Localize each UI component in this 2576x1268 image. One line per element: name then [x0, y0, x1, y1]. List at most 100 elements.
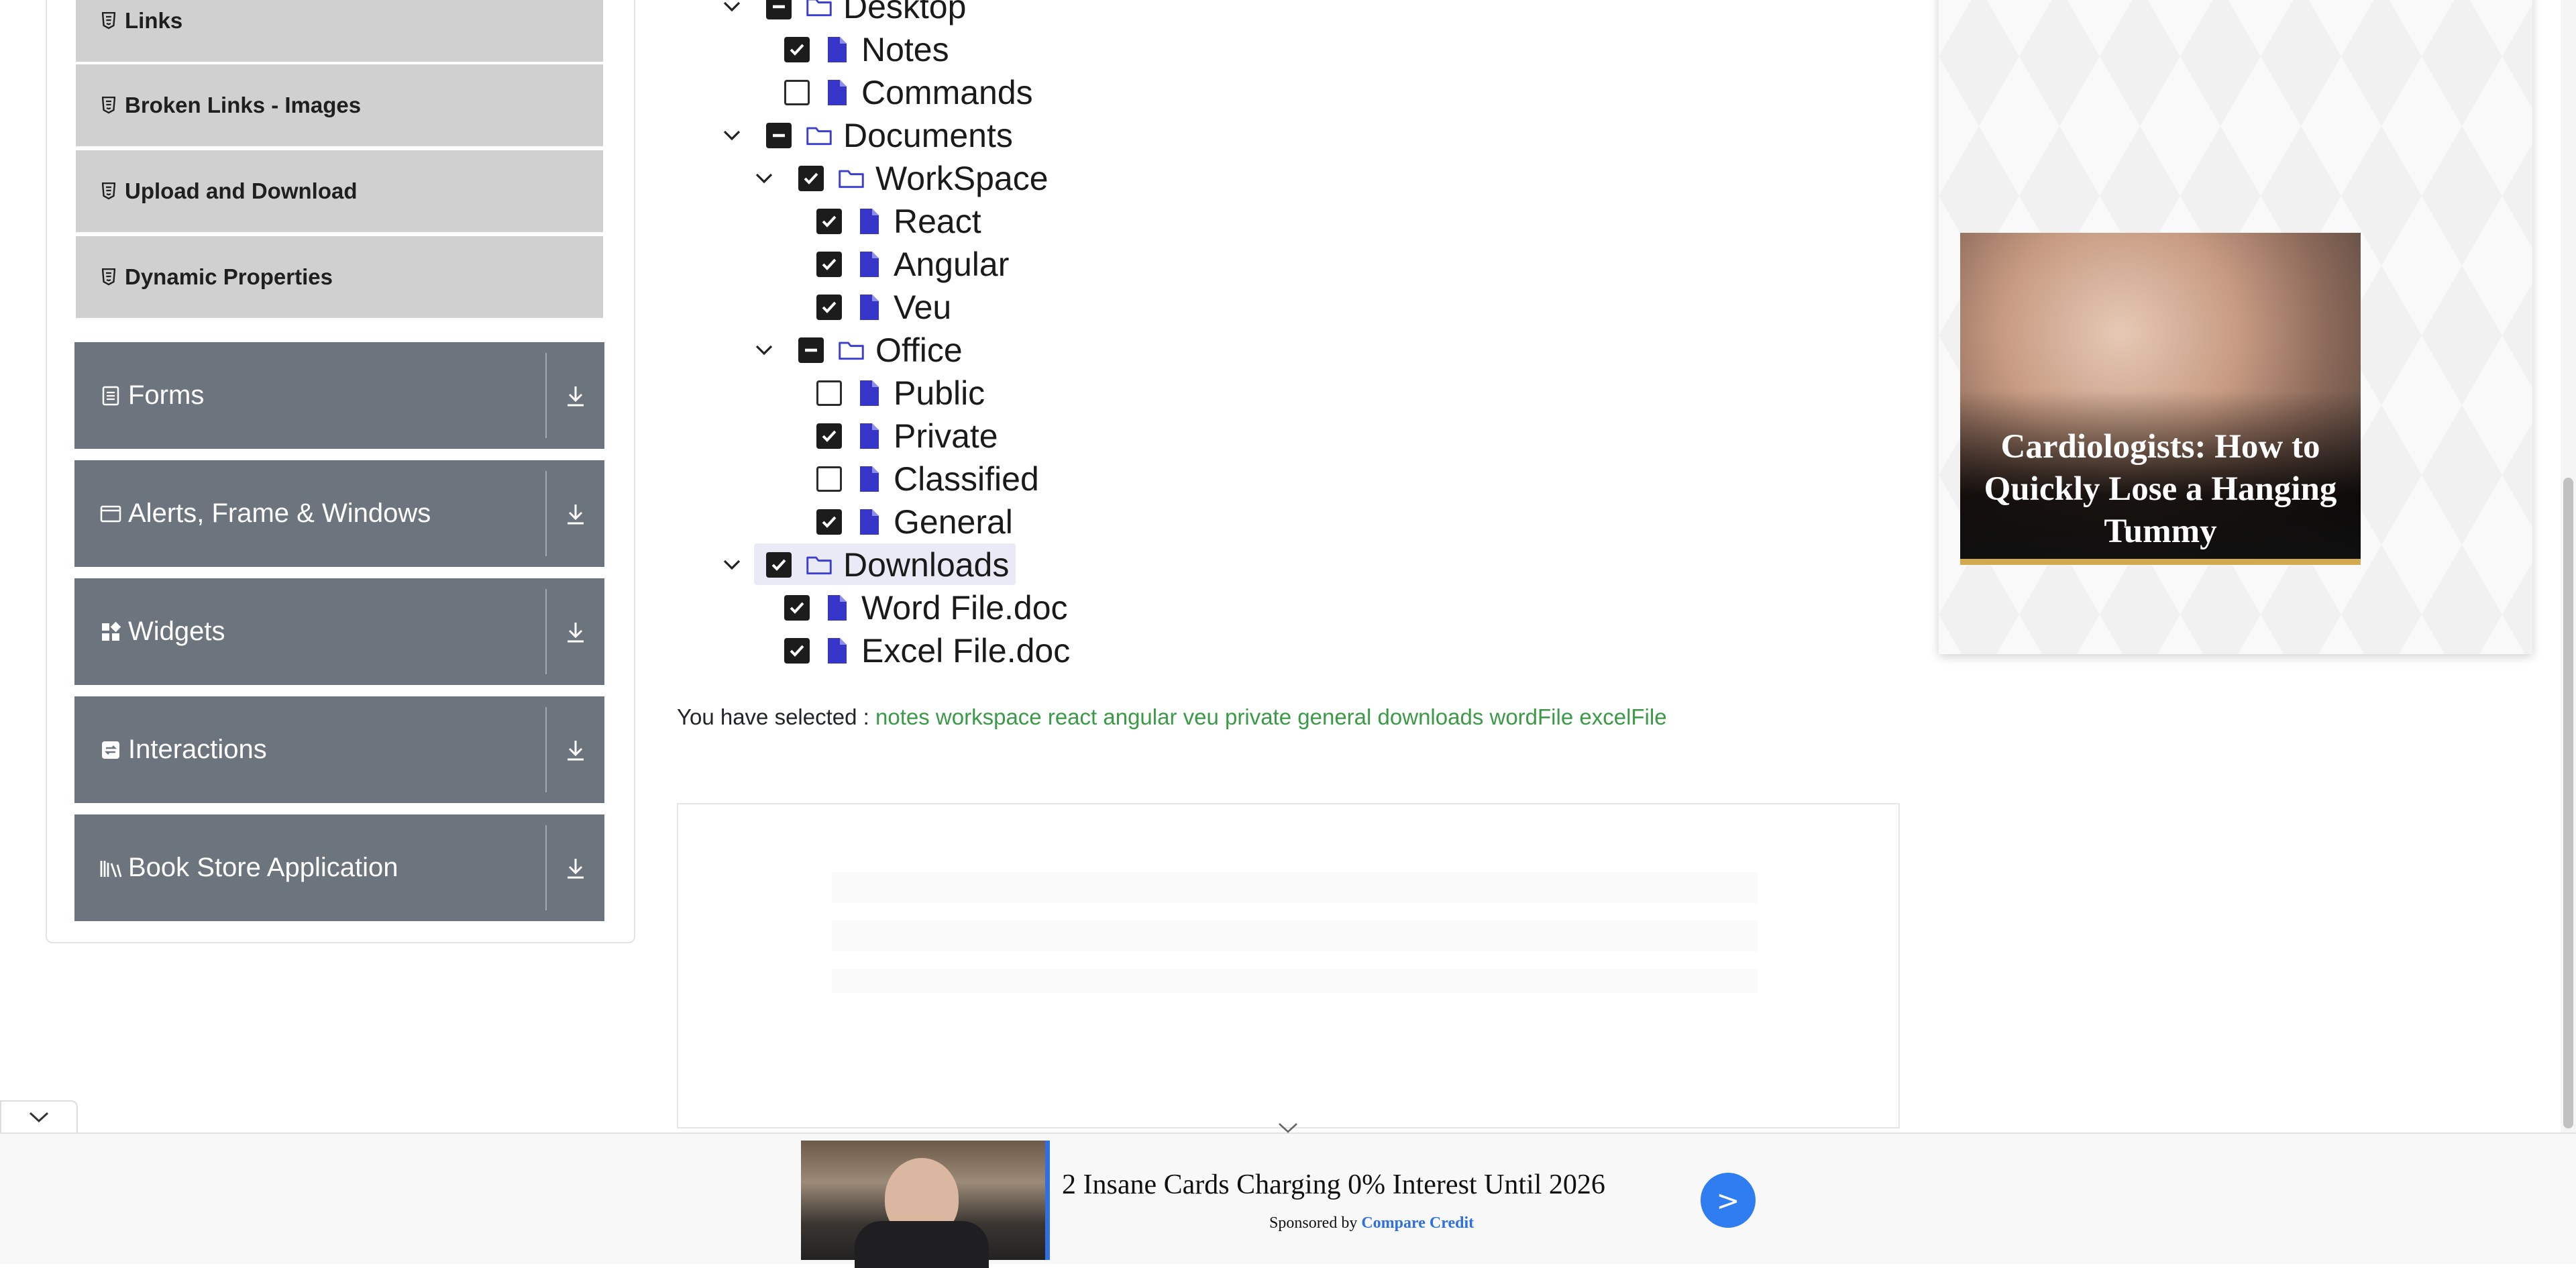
tree-node-label[interactable]: Private	[894, 416, 998, 456]
file-icon	[824, 78, 851, 107]
tree-node-label[interactable]: Angular	[894, 244, 1009, 284]
file-icon	[856, 207, 883, 236]
sidebar-item-label: Broken Links - Images	[125, 93, 362, 117]
chevron-down-icon[interactable]	[720, 0, 743, 18]
tree-node-label[interactable]: General	[894, 502, 1013, 542]
checkbox-unchecked-icon[interactable]	[816, 466, 842, 492]
ad-sponsor-prefix: Sponsored by	[1269, 1214, 1358, 1232]
sidebar-item-upload-download[interactable]: Upload and Download	[76, 150, 603, 232]
file-icon	[824, 593, 851, 623]
selection-prefix: You have selected :	[677, 704, 869, 729]
chevron-down-icon[interactable]	[720, 553, 743, 576]
chevron-down-icon[interactable]	[753, 167, 775, 190]
chevron-down-icon[interactable]	[1277, 1120, 1299, 1139]
checkbox-checked-icon[interactable]	[784, 638, 810, 664]
checkbox-checked-icon[interactable]	[766, 552, 792, 578]
selected-item: angular	[1103, 704, 1177, 729]
tree-node-label[interactable]: Veu	[894, 287, 951, 327]
download-icon[interactable]	[547, 857, 604, 880]
checkbox-checked-icon[interactable]	[784, 595, 810, 621]
sidebar-group-widgets[interactable]: Widgets	[74, 578, 604, 685]
sidebar-group-forms[interactable]: Forms	[74, 342, 604, 449]
tree-node-label[interactable]: React	[894, 201, 981, 242]
file-icon	[824, 636, 851, 666]
sidebar-group-interactions[interactable]: Interactions	[74, 696, 604, 803]
folder-icon	[838, 164, 865, 193]
download-icon[interactable]	[547, 503, 604, 525]
selected-item: private	[1225, 704, 1292, 729]
right-ad-card[interactable]: Cardiologists: How to Quickly Lose a Han…	[1939, 0, 2532, 654]
ad-headline[interactable]: Cardiologists: How to Quickly Lose a Han…	[1974, 426, 2347, 553]
html5-icon	[94, 268, 123, 286]
chevron-down-icon[interactable]	[720, 124, 743, 147]
sidebar-item-links[interactable]: Links	[76, 0, 603, 62]
scrollbar-thumb[interactable]	[2563, 478, 2573, 1128]
file-icon	[856, 421, 883, 451]
tree-node-label[interactable]: Excel File.doc	[861, 631, 1070, 671]
sidebar-group-label: Book Store Application	[128, 853, 398, 882]
selected-item: veu	[1183, 704, 1219, 729]
checkbox-partial-icon[interactable]	[766, 0, 792, 19]
tree-node-label[interactable]: Word File.doc	[861, 588, 1068, 628]
file-icon	[856, 464, 883, 494]
sidebar-item-dynamic-properties[interactable]: Dynamic Properties	[76, 236, 603, 318]
checkbox-checked-icon[interactable]	[816, 295, 842, 320]
sidebar-group-book-store[interactable]: Book Store Application	[74, 814, 604, 921]
tree-node-label[interactable]: Commands	[861, 72, 1033, 113]
sidebar-group-alerts[interactable]: Alerts, Frame & Windows	[74, 460, 604, 567]
tree-node-label[interactable]: Downloads	[843, 545, 1009, 585]
ad-image[interactable]: Cardiologists: How to Quickly Lose a Han…	[1960, 233, 2361, 565]
selected-item: react	[1047, 704, 1097, 729]
sidebar-item-broken-links[interactable]: Broken Links - Images	[76, 64, 603, 146]
checkbox-unchecked-icon[interactable]	[784, 80, 810, 105]
ad-sponsor-brand[interactable]: Compare Credit	[1361, 1214, 1474, 1232]
checkbox-checked-icon[interactable]	[784, 37, 810, 62]
sidebar-group-label: Forms	[128, 380, 205, 410]
checkbox-partial-icon[interactable]	[798, 337, 824, 363]
checkbox-checked-icon[interactable]	[816, 509, 842, 535]
checkbox-unchecked-icon[interactable]	[816, 380, 842, 406]
sidebar-item-label: Links	[125, 8, 183, 33]
tree-node-label[interactable]: Documents	[843, 115, 1013, 156]
chevron-down-icon[interactable]	[753, 339, 775, 362]
download-icon[interactable]	[547, 621, 604, 643]
tree-node-label[interactable]: WorkSpace	[875, 158, 1049, 199]
download-icon[interactable]	[547, 739, 604, 761]
tree-node-label[interactable]: Office	[875, 330, 963, 370]
sidebar-group-label: Widgets	[128, 617, 225, 646]
html5-icon	[94, 182, 123, 200]
sidebar-item-label: Upload and Download	[125, 178, 358, 203]
folder-icon	[838, 335, 865, 365]
checkbox-checked-icon[interactable]	[816, 252, 842, 277]
file-icon	[824, 35, 851, 64]
ad-photo-suit	[855, 1221, 989, 1268]
books-icon	[97, 858, 124, 878]
download-icon[interactable]	[547, 384, 604, 407]
selected-item: notes	[875, 704, 930, 729]
ad-accent-bar	[1960, 559, 2361, 565]
file-icon	[856, 507, 883, 537]
checkbox-checked-icon[interactable]	[816, 423, 842, 449]
interactions-icon	[97, 740, 124, 760]
folder-icon	[806, 0, 833, 21]
collapse-ad-button[interactable]	[0, 1100, 78, 1135]
widgets-icon	[97, 621, 124, 642]
tree-node-label[interactable]: Public	[894, 373, 985, 413]
selected-item: workspace	[935, 704, 1042, 729]
checkbox-checked-icon[interactable]	[798, 166, 824, 191]
checkbox-checked-icon[interactable]	[816, 209, 842, 234]
faded-placeholder-text	[832, 872, 1758, 993]
ad-photo[interactable]	[801, 1141, 1045, 1268]
tree-node-label[interactable]: Classified	[894, 459, 1039, 499]
ad-title[interactable]: 2 Insane Cards Charging 0% Interest Unti…	[1062, 1169, 1605, 1201]
ad-accent-stripe	[1045, 1141, 1050, 1260]
sidebar-item-label: Dynamic Properties	[125, 264, 333, 289]
folder-icon	[806, 121, 833, 150]
checkbox-partial-icon[interactable]	[766, 123, 792, 148]
sidebar-group-label: Interactions	[128, 735, 267, 764]
tree-node-label[interactable]: Notes	[861, 30, 949, 70]
html5-icon	[94, 12, 123, 30]
tree-node-label[interactable]: Desktop	[843, 0, 966, 27]
ad-go-button[interactable]: >	[1701, 1173, 1756, 1228]
window-icon	[97, 505, 124, 523]
